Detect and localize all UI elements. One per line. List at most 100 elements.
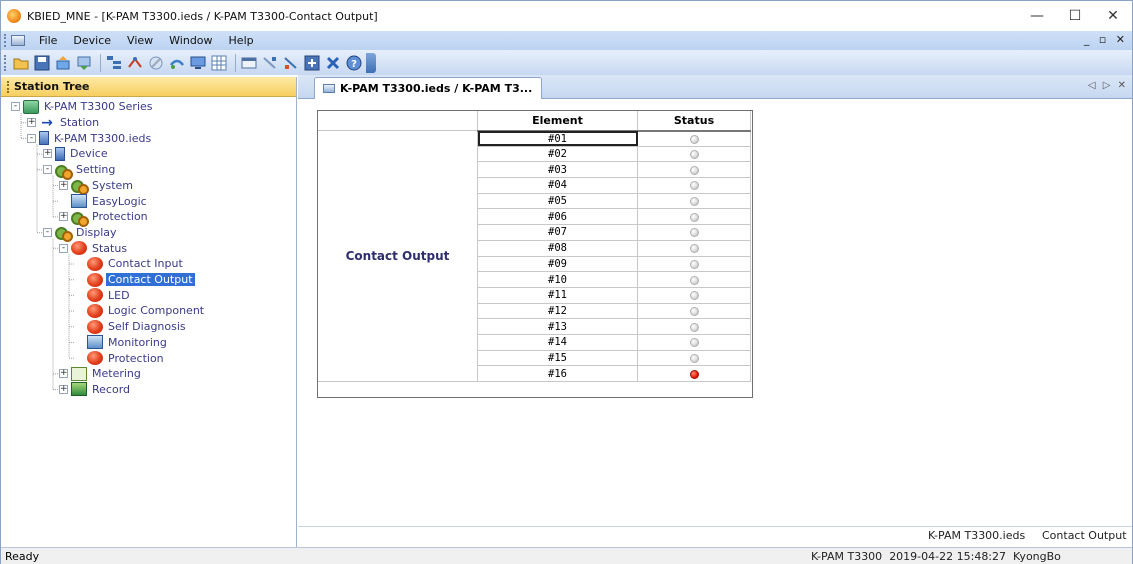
download-icon[interactable] — [75, 54, 93, 72]
tree-item-status[interactable]: - Status — [59, 240, 129, 256]
monitor-icon — [71, 194, 87, 209]
element-cell[interactable]: #16 — [477, 365, 638, 382]
mdi-system-icon[interactable] — [11, 35, 25, 46]
element-cell[interactable]: #11 — [477, 286, 638, 304]
menu-bar: File Device View Window Help _ ▫ ✕ — [1, 31, 1132, 50]
tree-item-self-diagnosis[interactable]: Self Diagnosis — [75, 319, 188, 335]
element-cell[interactable]: #04 — [477, 177, 638, 194]
tree-item-led[interactable]: LED — [75, 287, 132, 303]
led-off-icon — [689, 212, 699, 222]
element-cell[interactable]: #05 — [477, 192, 638, 210]
expand-icon[interactable]: + — [59, 180, 68, 190]
document-footer: K-PAM T3300.ieds Contact Output — [298, 526, 1132, 546]
tree-item-contact-input[interactable]: Contact Input — [75, 256, 185, 272]
tab-contact-output[interactable]: K-PAM T3300.ieds / K-PAM T3... — [314, 77, 542, 99]
tree-item-logic-component[interactable]: Logic Component — [75, 303, 206, 319]
upload-icon[interactable] — [54, 54, 72, 72]
tree-item-station[interactable]: + → Station — [27, 115, 101, 131]
tree-item-setting[interactable]: - Setting — [43, 162, 117, 180]
element-cell[interactable]: #10 — [477, 271, 638, 288]
status-info: K-PAM T3300 2019-04-22 15:48:27 KyongBo — [811, 550, 1061, 563]
add-icon[interactable] — [303, 54, 321, 72]
collapse-icon[interactable]: - — [11, 102, 20, 112]
led-off-icon — [689, 134, 699, 144]
tree-item-label: Station — [60, 116, 100, 130]
expand-icon[interactable]: + — [27, 118, 36, 128]
tree-item-metering[interactable]: + Metering — [59, 366, 143, 382]
status-ready: Ready — [5, 550, 40, 563]
element-cell[interactable]: #14 — [477, 333, 638, 351]
expand-icon[interactable]: + — [43, 149, 52, 159]
tree-item-system[interactable]: + System — [59, 178, 135, 196]
menu-device[interactable]: Device — [65, 34, 119, 47]
menu-file[interactable]: File — [31, 34, 65, 47]
tree-item-display[interactable]: - Display — [43, 225, 119, 243]
disconnect-icon[interactable] — [147, 54, 165, 72]
led-off-icon — [689, 197, 699, 207]
led-off-icon — [689, 150, 699, 160]
collapse-icon[interactable]: - — [27, 133, 36, 143]
export-icon[interactable] — [282, 54, 300, 72]
tree-item-device[interactable]: + Device — [43, 146, 110, 162]
led-off-icon — [689, 338, 699, 348]
tree-item-label: Protection — [108, 351, 164, 365]
tree-item-k-pam-t3300-ieds[interactable]: - K-PAM T3300.ieds — [27, 130, 153, 146]
open-icon[interactable] — [12, 54, 30, 72]
tree-item-record[interactable]: + Record — [59, 382, 132, 398]
footer-file-name: K-PAM T3300.ieds — [928, 529, 1026, 542]
gears-icon — [71, 178, 89, 196]
tree-item-protection[interactable]: + Protection — [59, 209, 150, 227]
status-cell — [637, 145, 751, 163]
element-cell[interactable]: #06 — [477, 208, 638, 226]
tree-item-label: Device — [70, 147, 108, 161]
menu-view[interactable]: View — [119, 34, 161, 47]
element-cell[interactable]: #08 — [477, 239, 638, 257]
toolbar-overflow-button[interactable] — [366, 52, 376, 73]
element-cell[interactable]: #09 — [477, 255, 638, 273]
menu-window[interactable]: Window — [161, 34, 220, 47]
close-button[interactable]: ✕ — [1094, 1, 1132, 31]
maximize-button[interactable]: ☐ — [1056, 1, 1094, 31]
tree-icon[interactable] — [105, 54, 123, 72]
collapse-icon[interactable]: - — [43, 165, 52, 175]
tree-item-k-pam-t3300-series[interactable]: - K-PAM T3300 Series — [11, 99, 155, 115]
monitor-icon[interactable] — [189, 54, 207, 72]
ieds-icon — [39, 131, 49, 146]
connect-icon[interactable] — [126, 54, 144, 72]
gears-icon — [71, 210, 89, 227]
element-cell[interactable]: #01 — [477, 130, 638, 147]
station-tree[interactable]: - K-PAM T3300 Series + → Station - K-PAM T3300… — [1, 97, 296, 397]
tree-item-protection[interactable]: Protection — [75, 350, 166, 366]
tree-item-easylogic[interactable]: EasyLogic — [59, 193, 149, 209]
tab-navigation-buttons[interactable]: ◁ ▷ ✕ — [1088, 80, 1128, 91]
save-icon[interactable] — [33, 54, 51, 72]
delete-icon[interactable] — [324, 54, 342, 72]
element-cell[interactable]: #07 — [477, 224, 638, 241]
expand-icon[interactable]: + — [59, 369, 68, 379]
tree-item-contact-output[interactable]: Contact Output — [75, 272, 195, 288]
element-cell[interactable]: #15 — [477, 349, 638, 367]
settings-icon[interactable] — [168, 54, 186, 72]
status-cell — [637, 318, 751, 335]
element-cell[interactable]: #12 — [477, 302, 638, 320]
expand-icon[interactable]: + — [59, 384, 68, 394]
help-icon[interactable]: ? — [345, 54, 363, 72]
tree-item-monitoring[interactable]: Monitoring — [75, 335, 169, 351]
led-on-icon — [689, 369, 699, 379]
collapse-icon[interactable]: - — [59, 243, 68, 253]
led-off-icon — [689, 259, 699, 269]
minimize-button[interactable]: — — [1018, 1, 1056, 31]
import-icon[interactable] — [261, 54, 279, 72]
mdi-window-controls[interactable]: _ ▫ ✕ — [1084, 33, 1128, 46]
element-cell[interactable]: #02 — [477, 145, 638, 163]
grid-icon[interactable] — [210, 54, 228, 72]
tree-item-label: K-PAM T3300 Series — [44, 100, 153, 114]
menu-help[interactable]: Help — [221, 34, 262, 47]
collapse-icon[interactable]: - — [43, 227, 52, 237]
element-cell[interactable]: #03 — [477, 161, 638, 179]
tree-item-label: Status — [92, 241, 128, 255]
element-cell[interactable]: #13 — [477, 318, 638, 335]
expand-icon[interactable]: + — [59, 212, 68, 222]
status-cell — [637, 333, 751, 351]
window-icon[interactable] — [240, 54, 258, 72]
